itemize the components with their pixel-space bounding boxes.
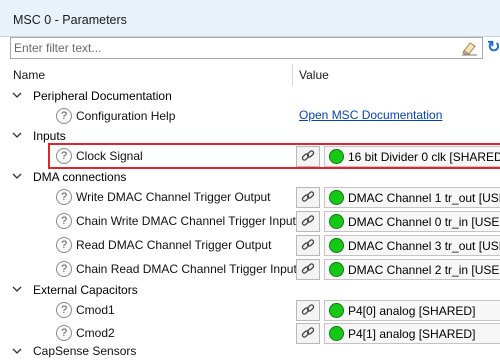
open-msc-documentation-link[interactable]: Open MSC Documentation [299, 108, 442, 122]
filter-box[interactable] [10, 37, 483, 59]
value-text: 16 bit Divider 0 clk [SHARED] [348, 150, 500, 164]
param-label: Chain Write DMAC Channel Trigger Input [76, 214, 296, 228]
category-label: Peripheral Documentation [33, 89, 172, 103]
param-label: Write DMAC Channel Trigger Output [76, 190, 271, 204]
value-text: DMAC Channel 2 tr_in [USED] [348, 263, 500, 277]
param-row-clock-signal: ? Clock Signal 16 bit Divider 0 clk [SHA… [0, 145, 500, 169]
help-icon[interactable]: ? [56, 108, 72, 124]
chevron-down-icon[interactable] [11, 129, 23, 141]
refresh-icon[interactable]: ↻ [487, 39, 500, 57]
link-icon[interactable] [296, 235, 320, 256]
value-text: DMAC Channel 1 tr_out [USED] [348, 191, 500, 205]
chevron-down-icon[interactable] [11, 170, 23, 182]
value-dropdown[interactable]: DMAC Channel 0 tr_in [USED] [324, 211, 500, 232]
value-dropdown[interactable]: P4[1] analog [SHARED] [324, 323, 500, 344]
filter-input[interactable] [14, 40, 454, 56]
param-row-read-dmac-trigger-output: ? Read DMAC Channel Trigger Output DMAC … [0, 234, 500, 258]
chevron-down-icon[interactable] [11, 345, 23, 357]
link-icon[interactable] [296, 146, 320, 167]
link-icon[interactable] [296, 211, 320, 232]
param-row-cmod2: ? Cmod2 P4[1] analog [SHARED] [0, 322, 500, 346]
status-ok-icon [329, 326, 344, 341]
help-icon[interactable]: ? [56, 189, 72, 205]
help-icon[interactable]: ? [56, 237, 72, 253]
help-icon[interactable]: ? [56, 261, 72, 277]
param-label: Chain Read DMAC Channel Trigger Input [76, 262, 297, 276]
param-label: Clock Signal [76, 149, 143, 163]
param-label: Configuration Help [76, 109, 176, 123]
param-row-write-dmac-trigger-output: ? Write DMAC Channel Trigger Output DMAC… [0, 186, 500, 210]
param-row-cmod1: ? Cmod1 P4[0] analog [SHARED] [0, 299, 500, 323]
column-separator[interactable] [292, 64, 293, 86]
column-header-value[interactable]: Value [299, 66, 329, 84]
column-header-name[interactable]: Name [13, 66, 45, 84]
help-icon[interactable]: ? [56, 213, 72, 229]
status-ok-icon [329, 262, 344, 277]
link-icon[interactable] [296, 300, 320, 321]
help-icon[interactable]: ? [56, 148, 72, 164]
value-dropdown[interactable]: P4[0] analog [SHARED] [324, 300, 500, 321]
value-text: P4[1] analog [SHARED] [348, 327, 476, 341]
status-ok-icon [329, 214, 344, 229]
status-ok-icon [329, 303, 344, 318]
chevron-down-icon[interactable] [11, 283, 23, 295]
category-label: DMA connections [33, 170, 127, 184]
category-dma-connections[interactable]: DMA connections [0, 167, 500, 187]
window-title: MSC 0 - Parameters [13, 13, 127, 27]
category-external-capacitors[interactable]: External Capacitors [0, 280, 500, 300]
category-inputs[interactable]: Inputs [0, 126, 500, 146]
link-icon[interactable] [296, 259, 320, 280]
eraser-icon[interactable] [460, 40, 478, 56]
help-icon[interactable]: ? [56, 325, 72, 341]
help-icon[interactable]: ? [56, 302, 72, 318]
param-row-chain-read-dmac-trigger-input: ? Chain Read DMAC Channel Trigger Input … [0, 258, 500, 282]
chevron-down-icon[interactable] [11, 89, 23, 101]
link-icon[interactable] [296, 323, 320, 344]
status-ok-icon [329, 238, 344, 253]
value-dropdown[interactable]: DMAC Channel 3 tr_out [USED] [324, 235, 500, 256]
link-icon[interactable] [296, 187, 320, 208]
value-text: DMAC Channel 0 tr_in [USED] [348, 215, 500, 229]
window-titlebar: MSC 0 - Parameters [0, 0, 500, 37]
category-peripheral-documentation[interactable]: Peripheral Documentation [0, 86, 500, 106]
value-dropdown[interactable]: 16 bit Divider 0 clk [SHARED] [324, 146, 500, 167]
category-label: External Capacitors [33, 283, 138, 297]
param-label: Cmod1 [76, 303, 115, 317]
value-dropdown[interactable]: DMAC Channel 2 tr_in [USED] [324, 259, 500, 280]
value-text: DMAC Channel 3 tr_out [USED] [348, 239, 500, 253]
value-dropdown[interactable]: DMAC Channel 1 tr_out [USED] [324, 187, 500, 208]
value-text: P4[0] analog [SHARED] [348, 304, 476, 318]
param-row-chain-write-dmac-trigger-input: ? Chain Write DMAC Channel Trigger Input… [0, 210, 500, 234]
status-ok-icon [329, 190, 344, 205]
category-label: Inputs [33, 129, 66, 143]
param-label: Read DMAC Channel Trigger Output [76, 238, 272, 252]
param-label: Cmod2 [76, 326, 115, 340]
status-ok-icon [329, 149, 344, 164]
